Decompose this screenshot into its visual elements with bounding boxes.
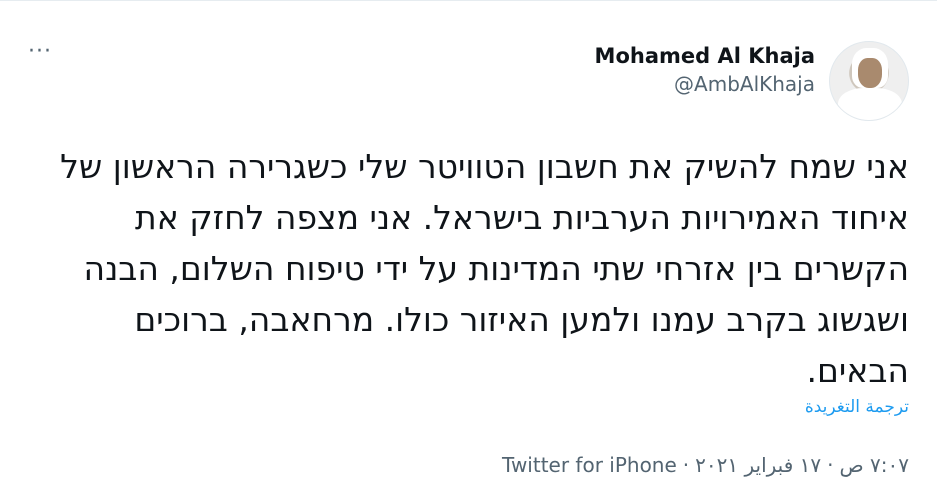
avatar-face [858,58,882,88]
avatar[interactable] [829,41,909,121]
tweet-header: Mohamed Al Khaja @AmbAlKhaja ··· [28,41,909,121]
meta-separator: · [682,453,690,477]
tweet-card: Mohamed Al Khaja @AmbAlKhaja ··· אני שמח… [0,0,937,498]
tweet-metadata: ٧:٠٧ ص · ١٧ فبراير ٢٠٢١ · Twitter for iP… [502,453,909,477]
meta-separator: · [827,453,834,477]
author-display-name[interactable]: Mohamed Al Khaja [595,43,815,69]
tweet-text: אני שמח להשיק את חשבון הטוויטר שלי כשגרי… [60,147,909,390]
tweet-time[interactable]: ٧:٠٧ ص [839,453,909,477]
author-names: Mohamed Al Khaja @AmbAlKhaja [595,43,815,99]
translate-tweet-link[interactable]: ترجمة التغريدة [805,397,909,417]
more-options-icon[interactable]: ··· [28,41,52,63]
tweet-date[interactable]: ١٧ فبراير ٢٠٢١ [695,453,821,477]
tweet-source[interactable]: Twitter for iPhone [502,453,677,477]
avatar-body [838,88,902,120]
author-handle[interactable]: @AmbAlKhaja [674,69,815,99]
